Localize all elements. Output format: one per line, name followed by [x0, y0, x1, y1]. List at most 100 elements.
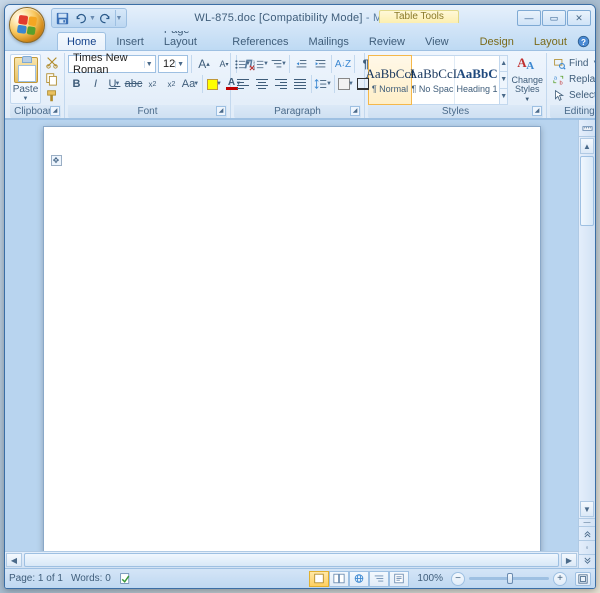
vscroll-down[interactable]: ▼ — [580, 501, 594, 517]
superscript-button[interactable]: x2 — [163, 75, 180, 93]
ruler-toggle-button[interactable] — [579, 120, 595, 137]
style-heading-1[interactable]: AaBbC Heading 1 — [455, 56, 499, 104]
status-bar: Page: 1 of 1 Words: 0 100% − + — [5, 568, 595, 588]
status-words[interactable]: Words: 0 — [71, 573, 111, 584]
separator — [331, 55, 332, 73]
decrease-indent-button[interactable] — [292, 55, 310, 73]
align-left-button[interactable] — [234, 75, 252, 93]
strikethrough-button[interactable]: abc — [125, 75, 142, 93]
zoom-slider-thumb[interactable] — [507, 573, 513, 584]
print-layout-view-button[interactable] — [309, 571, 329, 587]
gallery-scroll-up[interactable]: ▲ — [500, 56, 507, 72]
select-browse-object-button[interactable]: ◦ — [579, 540, 595, 554]
styles-launcher[interactable]: ◢ — [532, 106, 542, 116]
office-button[interactable] — [9, 7, 45, 43]
separator — [334, 75, 335, 93]
redo-button[interactable] — [97, 10, 113, 26]
subscript-button[interactable]: x2 — [144, 75, 161, 93]
zoom-out-button[interactable]: − — [451, 572, 465, 586]
zoom-level[interactable]: 100% — [417, 573, 443, 584]
document-page[interactable]: ✥ — [43, 126, 541, 568]
tab-home[interactable]: Home — [57, 32, 106, 50]
gallery-scroll-down[interactable]: ▼ — [500, 72, 507, 88]
status-page[interactable]: Page: 1 of 1 — [9, 573, 63, 584]
table-move-handle[interactable]: ✥ — [51, 155, 62, 166]
style-normal[interactable]: AaBbCcI ¶ Normal — [368, 55, 412, 105]
change-case-button[interactable]: Aa▼ — [182, 75, 199, 93]
justify-button[interactable] — [291, 75, 309, 93]
separator — [354, 55, 355, 73]
paste-button[interactable]: Paste ▼ — [10, 54, 41, 104]
tab-mailings[interactable]: Mailings — [299, 32, 359, 50]
clipboard-launcher[interactable]: ◢ — [50, 106, 60, 116]
format-painter-button[interactable] — [43, 88, 61, 104]
align-right-button[interactable] — [272, 75, 290, 93]
shading-button[interactable]: ▼ — [337, 75, 355, 93]
cut-button[interactable] — [43, 54, 61, 70]
proofing-status-icon[interactable] — [119, 572, 133, 586]
multilevel-list-button[interactable]: ▼ — [270, 55, 287, 73]
tab-design[interactable]: Design — [470, 32, 524, 50]
font-launcher[interactable]: ◢ — [216, 106, 226, 116]
select-button[interactable]: Select▼ — [550, 87, 596, 103]
font-size-combo[interactable]: 12▼ — [158, 55, 188, 73]
tab-layout[interactable]: Layout — [524, 32, 577, 50]
next-page-button[interactable] — [579, 554, 595, 568]
grow-font-button[interactable]: A▴ — [195, 55, 213, 73]
style-name: Heading 1 — [456, 84, 497, 94]
tab-insert[interactable]: Insert — [106, 32, 154, 50]
hscroll-right[interactable]: ▶ — [561, 553, 577, 567]
hscroll-thumb[interactable] — [24, 553, 559, 567]
maximize-button[interactable]: ▭ — [542, 10, 566, 26]
vscroll-up[interactable]: ▲ — [580, 138, 594, 154]
vscroll-thumb[interactable] — [580, 156, 594, 226]
title-bar: ▼ ▼ WL-875.doc [Compatibility Mode] - Mi… — [5, 5, 595, 31]
zoom-dialog-button[interactable] — [575, 572, 591, 586]
numbering-button[interactable]: 123▼ — [252, 55, 269, 73]
sort-button[interactable]: A↓Z — [334, 55, 352, 73]
hscroll-left[interactable]: ◀ — [6, 553, 22, 567]
gallery-expand[interactable]: ▼ — [500, 89, 507, 104]
line-spacing-button[interactable]: ▼ — [314, 75, 332, 93]
increase-indent-button[interactable] — [311, 55, 329, 73]
change-styles-button[interactable]: A A Change Styles ▼ — [511, 55, 543, 105]
paragraph-launcher[interactable]: ◢ — [350, 106, 360, 116]
document-viewport[interactable]: ✥ — [5, 120, 578, 568]
ribbon-tabs: Home Insert Page Layout References Maili… — [5, 31, 595, 51]
group-clipboard: Paste ▼ Clipboard◢ — [7, 53, 65, 118]
qat-undo-dropdown[interactable]: ▼ — [90, 10, 95, 26]
draft-view-button[interactable] — [389, 571, 409, 587]
hscroll-track[interactable] — [23, 552, 560, 568]
zoom-slider[interactable] — [469, 577, 549, 580]
find-button[interactable]: Find▼ — [550, 55, 596, 71]
copy-button[interactable] — [43, 71, 61, 87]
previous-page-button[interactable] — [579, 526, 595, 540]
vscroll-track[interactable] — [579, 227, 595, 500]
underline-button[interactable]: U▼ — [106, 75, 123, 93]
replace-button[interactable]: ab Replace — [550, 71, 596, 87]
bold-button[interactable]: B — [68, 75, 85, 93]
style-no-spacing[interactable]: AaBbCcI ¶ No Spaci... — [411, 56, 455, 104]
qat-customize-dropdown[interactable]: ▼ — [115, 10, 120, 26]
group-font: Times New Roman▼ 12▼ A▴ A▾ B I U▼ abc x2… — [65, 53, 231, 118]
save-button[interactable] — [54, 10, 70, 26]
full-screen-reading-view-button[interactable] — [329, 571, 349, 587]
italic-button[interactable]: I — [87, 75, 104, 93]
contextual-tab-label: Table Tools — [379, 10, 459, 23]
web-layout-view-button[interactable] — [349, 571, 369, 587]
bullets-button[interactable]: ▼ — [234, 55, 251, 73]
help-button[interactable]: ? — [577, 32, 591, 50]
zoom-in-button[interactable]: + — [553, 572, 567, 586]
close-button[interactable]: ✕ — [567, 10, 591, 26]
ribbon: Paste ▼ Clipboard◢ Times New Roman▼ 12▼ … — [5, 51, 595, 119]
browse-object-split[interactable]: ― — [579, 518, 595, 526]
tab-review[interactable]: Review — [359, 32, 415, 50]
undo-button[interactable] — [72, 10, 88, 26]
tab-view[interactable]: View — [415, 32, 459, 50]
outline-view-button[interactable] — [369, 571, 389, 587]
font-name-combo[interactable]: Times New Roman▼ — [68, 55, 156, 73]
tab-references[interactable]: References — [222, 32, 298, 50]
minimize-button[interactable]: — — [517, 10, 541, 26]
align-center-button[interactable] — [253, 75, 271, 93]
highlight-button[interactable]: ▼ — [206, 75, 223, 93]
